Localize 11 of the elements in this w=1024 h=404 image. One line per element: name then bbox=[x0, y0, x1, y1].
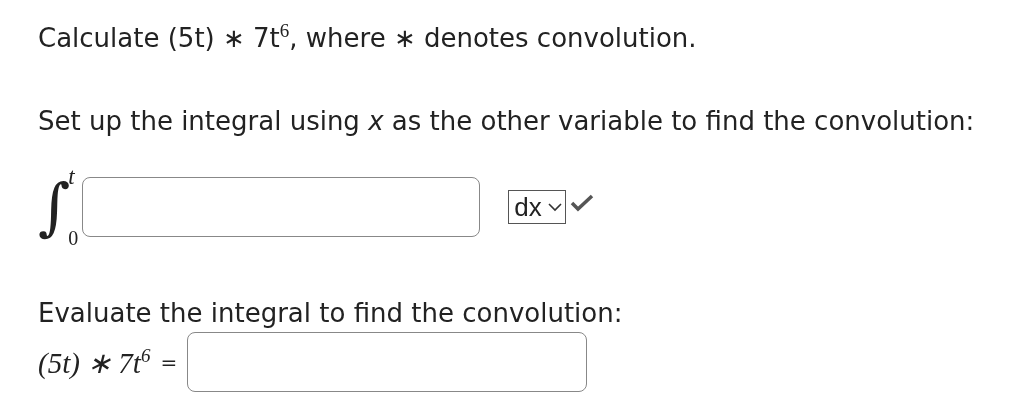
instruction-text: Set up the integral using x as the other variable to find the convolution: bbox=[38, 106, 976, 136]
lower-limit: 0 bbox=[68, 227, 79, 250]
answer-field[interactable] bbox=[187, 332, 588, 392]
question-text: Calculate (5t) ∗ 7t$^{6}$, where ∗ denotes convolution. bbox=[38, 20, 698, 55]
upper-limit: t bbox=[68, 164, 76, 189]
caret-icon bbox=[547, 202, 562, 212]
instruction-text: Evaluate the integral to find the convolution: bbox=[38, 298, 624, 328]
answer-field[interactable] bbox=[82, 177, 481, 237]
differential-dropdown[interactable]: dx bbox=[508, 190, 566, 224]
convolution-expression: (5t) ∗ 7t$^{6}$ bbox=[38, 344, 151, 380]
equals-sign: = bbox=[160, 350, 178, 374]
